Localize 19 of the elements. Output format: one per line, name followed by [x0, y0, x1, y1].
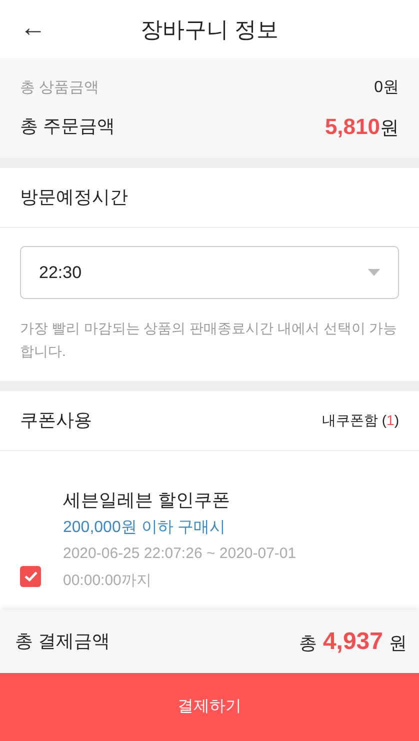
- coupon-checkbox[interactable]: [20, 566, 41, 588]
- coupon-condition: 200,000원 이하 구매시: [63, 518, 227, 538]
- coupon-name: 세븐일레븐 할인쿠폰: [63, 489, 232, 512]
- total-amount: 5,810원: [324, 113, 399, 141]
- page-title: 장바구니 정보: [140, 16, 279, 44]
- payment-total-label: 총 결제금액: [15, 630, 110, 653]
- helper-text: 가장 빨리 마감되는 상품의 판매종료시간 내에서 선택이 가능합니다.: [19, 319, 398, 362]
- section-title: 쿠폰사용: [20, 409, 92, 432]
- payment-total-amount: 총 4,937 원: [298, 626, 407, 656]
- subtotal-amount: 0원: [374, 78, 399, 98]
- total-label: 총 주문금액: [20, 115, 116, 138]
- coupon-period: 2020-06-25 22:07:26 ~ 2020-07-01 00:00:00까지: [63, 544, 298, 592]
- subtotal-label: 총 상품금액: [20, 78, 100, 98]
- time-select[interactable]: 22:30: [20, 246, 399, 299]
- my-coupons-link[interactable]: 내쿠폰함 (1): [322, 410, 399, 432]
- caret-icon: [368, 269, 380, 276]
- section-title: 방문예정시간: [20, 186, 128, 209]
- back-button[interactable]: ←: [16, 12, 50, 42]
- checkmark-icon: [24, 571, 38, 582]
